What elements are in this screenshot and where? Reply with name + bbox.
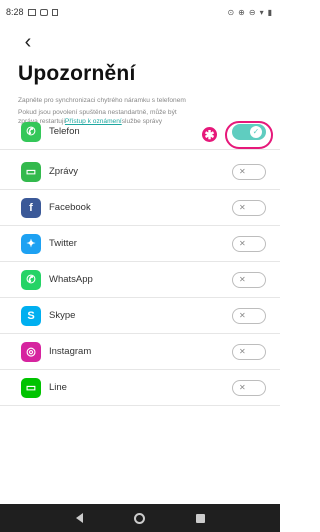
status-bar: 8:28 ⊙ ⊕ ⊖ ▾ ▮ [0, 0, 280, 24]
facebook-icon: f [21, 197, 41, 218]
navigation-bar [0, 504, 280, 532]
toggle-off-icon: ✕ [239, 275, 246, 284]
nav-back-icon[interactable] [75, 513, 83, 523]
app-label: WhatsApp [49, 274, 93, 285]
app-row-twitter: ✦ Twitter ✕ [0, 226, 280, 262]
notification-toggle-twitter[interactable]: ✕ [232, 235, 266, 252]
notification-toggle-skype[interactable]: ✕ [232, 307, 266, 324]
nav-home-icon[interactable] [133, 512, 145, 524]
wifi-icon: ▾ [259, 7, 264, 17]
battery-icon: ▮ [267, 7, 272, 17]
app-row-whatsapp: ✆ WhatsApp ✕ [0, 262, 280, 298]
app-label: Facebook [49, 202, 91, 213]
skype-icon: S [21, 305, 41, 326]
nav-recents-icon[interactable] [195, 513, 205, 523]
notification-icon [27, 8, 36, 16]
sim-icon [51, 8, 58, 16]
twitter-icon: ✦ [21, 233, 41, 254]
toggle-off-icon: ✕ [239, 203, 246, 212]
notification-toggle-whatsapp[interactable]: ✕ [232, 271, 266, 288]
chevron-left-icon: ‹ [24, 30, 32, 53]
app-row-line: ▭ Line ✕ [0, 370, 280, 406]
notification-toggle-instagram[interactable]: ✕ [232, 343, 266, 360]
vibrate-icon: ⊙ [227, 7, 235, 17]
app-row-zprávy: ▭ Zprávy ✕ [0, 154, 280, 190]
back-button[interactable]: ‹ [16, 30, 40, 54]
status-right: ⊙ ⊕ ⊖ ▾ ▮ [227, 8, 272, 17]
status-time: 8:28 [6, 7, 24, 17]
app-row-skype: S Skype ✕ [0, 298, 280, 334]
toggle-off-icon: ✕ [239, 239, 246, 248]
instagram-icon: ◎ [21, 341, 41, 362]
toggle-off-icon: ✕ [239, 311, 246, 320]
toggle-off-icon: ✕ [239, 383, 246, 392]
app-row-instagram: ◎ Instagram ✕ [0, 334, 280, 370]
message-icon: ▭ [21, 161, 41, 182]
app-label: Twitter [49, 238, 77, 249]
app-label: Line [49, 382, 67, 393]
toggle-off-icon: ✕ [239, 167, 246, 176]
sync-icon: ⊕ [238, 7, 245, 17]
app-label: Telefon [49, 126, 80, 137]
description-line1: Zapněte pro synchronizaci chytrého náram… [18, 97, 186, 104]
app-label: Instagram [49, 346, 92, 357]
whatsapp-icon: ✆ [21, 269, 41, 290]
notification-toggle-line[interactable]: ✕ [232, 379, 266, 396]
dnd-icon: ⊖ [248, 7, 256, 17]
status-left: 8:28 [6, 7, 58, 17]
page-title: Upozornění [18, 62, 136, 85]
notification-toggle-facebook[interactable]: ✕ [232, 199, 266, 216]
line-icon: ▭ [21, 377, 41, 398]
notification-toggle-zprávy[interactable]: ✕ [232, 163, 266, 180]
phone-icon: ✆ [21, 121, 41, 142]
app-label: Zprávy [49, 166, 79, 177]
highlight-ring [225, 121, 273, 149]
annotation-marker: ✱ [202, 127, 217, 142]
app-row-facebook: f Facebook ✕ [0, 190, 280, 226]
toggle-off-icon: ✕ [239, 347, 246, 356]
download-icon [39, 8, 48, 16]
app-label: Skype [49, 310, 76, 321]
